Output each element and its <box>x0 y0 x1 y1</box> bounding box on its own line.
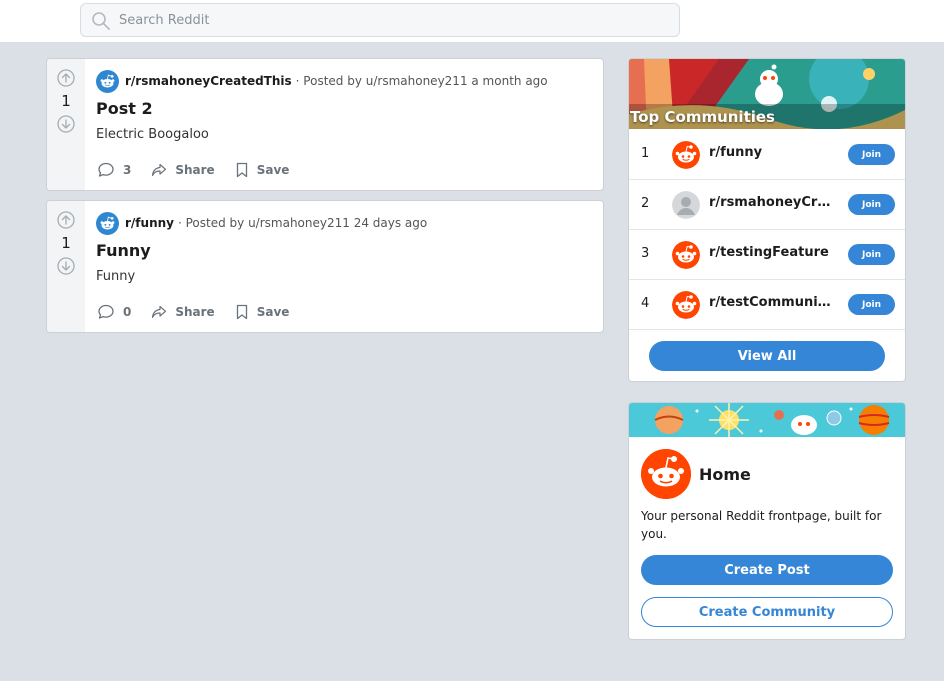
create-community-button[interactable]: Create Community <box>641 597 893 627</box>
share-icon <box>152 163 167 177</box>
reddit-snoo-icon <box>672 241 700 269</box>
community-rank: 1 <box>641 146 650 161</box>
join-button[interactable]: Join <box>848 294 895 315</box>
upvote-icon[interactable] <box>57 211 75 229</box>
post-actions: 0 Share Save <box>97 304 309 320</box>
post-title[interactable]: Post 2 <box>96 99 153 118</box>
vote-score: 1 <box>61 92 71 110</box>
community-rank: 2 <box>641 196 650 211</box>
post-actions: 3 Share Save <box>97 162 309 178</box>
community-name[interactable]: r/rsmahoneyCreatedThis <box>709 195 831 210</box>
home-card: Home Your personal Reddit frontpage, bui… <box>628 402 906 640</box>
community-row[interactable]: 3 r/testingFeature Join <box>629 230 905 280</box>
vote-score: 1 <box>61 234 71 252</box>
subreddit-link[interactable]: r/funny <box>125 216 174 230</box>
comments-button[interactable]: 0 <box>97 304 131 320</box>
reddit-snoo-icon <box>100 216 115 229</box>
upvote-icon[interactable] <box>57 69 75 87</box>
search-input[interactable] <box>119 10 659 30</box>
save-button[interactable]: Save <box>235 304 290 320</box>
comment-icon <box>98 304 114 319</box>
community-name[interactable]: r/funny <box>709 145 831 160</box>
share-label: Share <box>175 163 215 177</box>
join-button[interactable]: Join <box>848 194 895 215</box>
save-label: Save <box>256 305 290 319</box>
vote-column: 1 <box>47 201 85 332</box>
community-row[interactable]: 2 r/rsmahoneyCreatedThis Join <box>629 180 905 230</box>
share-button[interactable]: Share <box>151 163 215 177</box>
comments-button[interactable]: 3 <box>97 162 131 178</box>
subreddit-link[interactable]: r/rsmahoneyCreatedThis <box>125 74 292 88</box>
community-rank: 3 <box>641 246 650 261</box>
save-label: Save <box>256 163 290 177</box>
search-bar[interactable] <box>80 3 680 37</box>
community-row[interactable]: 4 r/testCommunity Join <box>629 280 905 330</box>
share-label: Share <box>175 305 215 319</box>
reddit-snoo-icon <box>672 141 700 169</box>
top-bar <box>0 0 944 42</box>
view-all-button[interactable]: View All <box>649 341 885 371</box>
post-card[interactable]: 1 r/funny · Posted by u/rsmahoney211 24 … <box>46 200 604 333</box>
top-communities-title: Top Communities <box>630 108 775 126</box>
community-row[interactable]: 1 r/funny Join <box>629 130 905 180</box>
posted-by: · Posted by u/rsmahoney211 a month ago <box>295 74 548 88</box>
share-button[interactable]: Share <box>151 305 215 319</box>
subreddit-avatar[interactable] <box>96 211 119 235</box>
subreddit-avatar[interactable] <box>96 69 119 93</box>
join-button[interactable]: Join <box>848 144 895 165</box>
home-banner <box>629 403 905 437</box>
post-body: Funny <box>96 269 136 284</box>
post-title[interactable]: Funny <box>96 241 151 260</box>
downvote-icon[interactable] <box>57 257 75 275</box>
bookmark-icon <box>236 304 247 320</box>
search-icon <box>92 12 110 30</box>
top-communities-card: Top Communities 1 r/funny Join 2 r/rsmah… <box>628 58 906 382</box>
community-rank: 4 <box>641 296 650 311</box>
community-name[interactable]: r/testCommunity <box>709 295 831 310</box>
reddit-snoo-icon <box>641 449 691 499</box>
save-button[interactable]: Save <box>235 162 290 178</box>
bookmark-icon <box>236 162 247 178</box>
post-meta: r/rsmahoneyCreatedThis · Posted by u/rsm… <box>96 69 548 93</box>
create-post-button[interactable]: Create Post <box>641 555 893 585</box>
reddit-snoo-icon <box>100 74 115 87</box>
default-avatar-icon <box>672 191 700 219</box>
community-name[interactable]: r/testingFeature <box>709 245 831 260</box>
reddit-snoo-icon <box>672 291 700 319</box>
post-meta: r/funny · Posted by u/rsmahoney211 24 da… <box>96 211 427 235</box>
comment-count: 3 <box>123 163 132 177</box>
post-card[interactable]: 1 r/rsmahoneyCreatedThis · Posted by u/r… <box>46 58 604 191</box>
home-title: Home <box>699 465 751 484</box>
downvote-icon[interactable] <box>57 115 75 133</box>
join-button[interactable]: Join <box>848 244 895 265</box>
home-description: Your personal Reddit frontpage, built fo… <box>641 509 882 541</box>
comment-count: 0 <box>123 305 132 319</box>
posted-by: · Posted by u/rsmahoney211 24 days ago <box>177 216 428 230</box>
vote-column: 1 <box>47 59 85 190</box>
post-body: Electric Boogaloo <box>96 127 209 142</box>
comment-icon <box>98 162 114 177</box>
share-icon <box>152 305 167 319</box>
